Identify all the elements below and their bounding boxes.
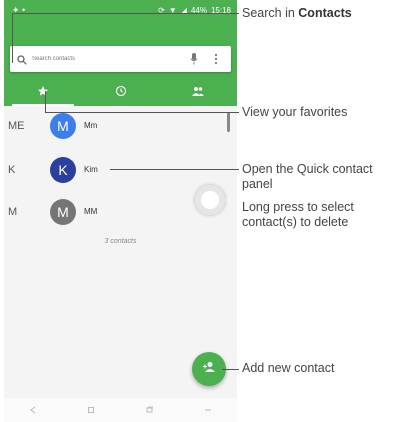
callout-long-press-line1: Long press to select <box>242 200 354 214</box>
navigation-bar <box>4 398 237 422</box>
contact-name: MM <box>84 207 98 216</box>
avatar: M <box>50 199 76 225</box>
leader-line-add-contact <box>222 369 239 370</box>
callout-search: Search in Contacts <box>242 6 352 21</box>
mic-icon[interactable] <box>190 52 198 70</box>
leader-line-quick-contact <box>110 169 239 170</box>
search-icon <box>17 52 27 70</box>
callout-quick-contact-line1: Open the Quick contact <box>242 162 373 176</box>
section-letter: M <box>8 206 18 218</box>
tab-contacts[interactable] <box>159 80 237 106</box>
group-icon <box>191 84 205 102</box>
callout-quick-contact-line2: panel <box>242 177 273 191</box>
list-item[interactable]: K K Kim <box>4 154 237 188</box>
contacts-count: 3 contacts <box>104 238 137 245</box>
search-bar[interactable] <box>10 46 231 72</box>
phone-screenshot: ✦ • ⟳ ▼ ◢ 44% 15:18 Search contacts ME M… <box>4 0 237 422</box>
callout-quick-contact: Open the Quick contact panel <box>242 162 373 192</box>
notification-icons: ✦ • <box>12 5 26 15</box>
star-icon <box>37 84 49 102</box>
scrollbar[interactable] <box>227 112 230 132</box>
list-item[interactable]: ME M Mm <box>4 110 237 144</box>
leader-line-search <box>12 13 239 14</box>
callout-long-press-line2: contact(s) to delete <box>242 215 349 229</box>
back-icon[interactable] <box>26 403 40 417</box>
tab-favorites[interactable] <box>4 80 82 106</box>
callout-search-bold: Contacts <box>298 6 352 20</box>
menu-icon[interactable] <box>201 403 215 417</box>
avatar: M <box>50 113 76 139</box>
tab-bar <box>4 80 237 106</box>
search-input[interactable] <box>32 53 182 65</box>
avatar: K <box>50 157 76 183</box>
section-letter: K <box>8 164 16 176</box>
status-bar: ✦ • ⟳ ▼ ◢ 44% 15:18 <box>4 0 237 34</box>
add-contact-button[interactable] <box>192 352 226 386</box>
callout-search-prefix: Search in <box>242 6 299 20</box>
quick-contact-circle <box>195 185 225 215</box>
clock-icon <box>115 84 127 102</box>
tab-recent[interactable] <box>82 80 160 106</box>
recents-icon[interactable] <box>143 403 157 417</box>
more-options-icon[interactable] <box>214 52 218 70</box>
callout-favorites: View your favorites <box>242 105 348 119</box>
callout-long-press: Long press to select contact(s) to delet… <box>242 200 354 230</box>
contact-name: Kim <box>84 165 98 174</box>
leader-line-favorites <box>45 112 239 113</box>
add-person-icon <box>202 360 216 378</box>
home-icon[interactable] <box>84 403 98 417</box>
callout-add-contact: Add new contact <box>242 361 335 375</box>
contact-name: Mm <box>84 121 98 130</box>
leader-line-favorites <box>45 91 46 113</box>
section-letter: ME <box>8 120 25 132</box>
leader-line-search <box>12 13 13 63</box>
